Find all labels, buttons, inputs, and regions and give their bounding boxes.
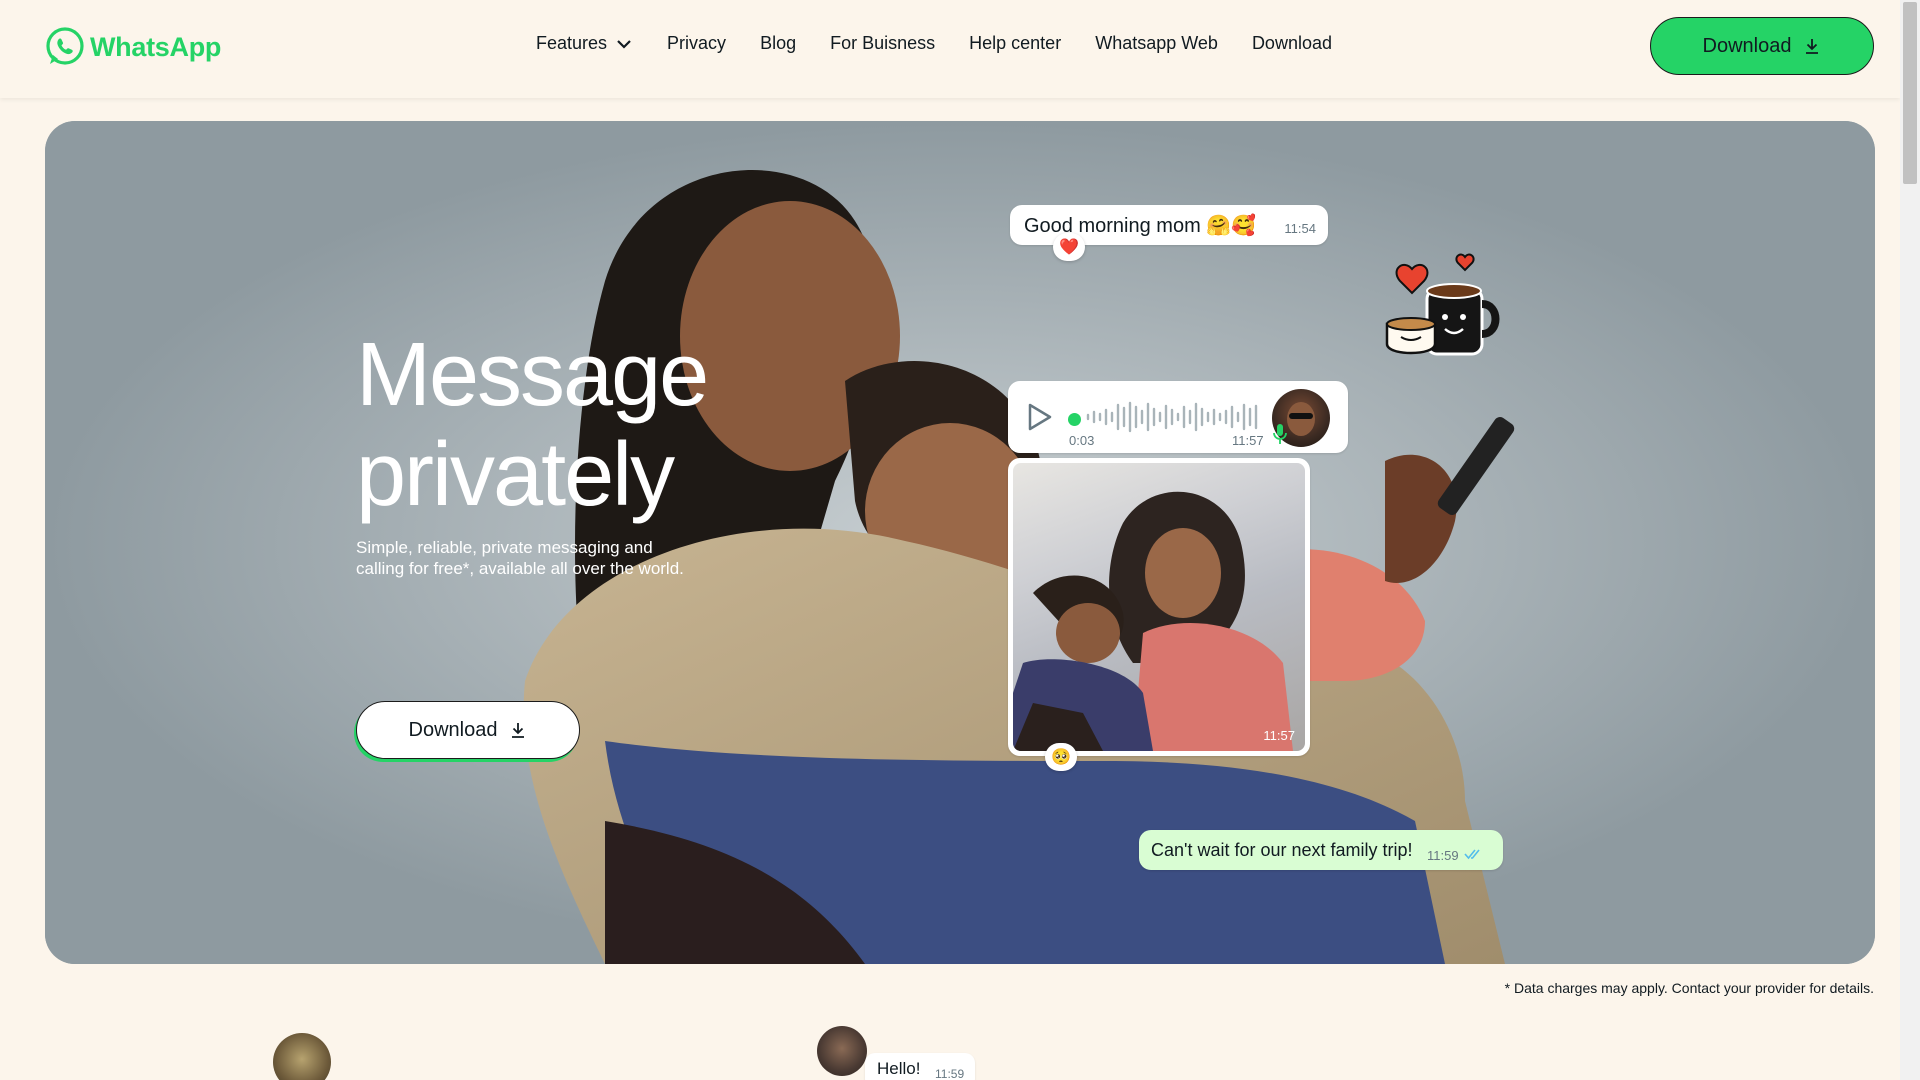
double-check-icon [1464, 849, 1480, 860]
voice-time: 11:57 [1232, 433, 1264, 448]
hero-photo [45, 121, 1875, 964]
voice-progress-dot[interactable] [1068, 413, 1081, 426]
logo-text: WhatsApp [90, 31, 222, 62]
hero-section: Message privately Simple, reliable, priv… [45, 121, 1875, 964]
nav-help-center[interactable]: Help center [969, 33, 1061, 54]
header-download-button[interactable]: Download [1650, 17, 1874, 75]
chat-message-text: Hello! [877, 1059, 921, 1078]
voice-waveform [1086, 401, 1258, 433]
microphone-icon [1273, 424, 1287, 444]
whatsapp-logo-icon [46, 27, 84, 65]
voice-duration: 0:03 [1069, 433, 1095, 448]
heart-reaction: ❤️ [1053, 233, 1085, 261]
download-icon [1806, 39, 1819, 54]
chevron-down-icon [617, 39, 631, 49]
main-nav: Features Privacy Blog For Buisness Help … [536, 33, 1366, 54]
chat-message-text: Can't wait for our next family trip! [1151, 839, 1413, 860]
voice-message-bubble: 0:03 11:57 [1008, 381, 1348, 453]
header-download-label: Download [1702, 34, 1792, 57]
hero-subtitle: Simple, reliable, private messaging and … [356, 538, 684, 578]
photo-message-bubble: 11:57 [1008, 458, 1310, 756]
scrollbar-thumb[interactable] [1903, 2, 1917, 184]
chat-bubble-family-trip: Can't wait for our next family trip! 11:… [1139, 830, 1503, 870]
nav-features[interactable]: Features [536, 33, 633, 54]
shared-photo[interactable]: 11:57 [1013, 463, 1305, 751]
hero-download-label: Download [408, 718, 498, 741]
nav-blog[interactable]: Blog [760, 33, 796, 54]
hero-title-line1: Message [356, 325, 709, 425]
hero-download-button[interactable]: Download [356, 701, 580, 759]
avatar [273, 1033, 331, 1080]
hero-title-line2: privately [356, 425, 675, 525]
avatar [817, 1026, 867, 1076]
play-icon[interactable] [1026, 403, 1052, 431]
photo-time: 11:57 [1263, 728, 1295, 743]
hero-title: Message privately [356, 325, 709, 525]
nav-features-label: Features [536, 33, 608, 53]
chat-message-text: Good morning mom 🤗🥰 [1024, 214, 1257, 237]
chat-message-time: 11:59 [935, 1067, 965, 1080]
page-scrollbar[interactable] [1900, 0, 1920, 1080]
shared-photo-image [1013, 491, 1293, 751]
nav-for-business[interactable]: For Buisness [830, 33, 935, 54]
chat-message-time: 11:54 [1284, 221, 1316, 236]
download-icon [512, 723, 525, 738]
whatsapp-logo[interactable]: WhatsApp [44, 26, 221, 68]
nav-download[interactable]: Download [1252, 33, 1332, 54]
chat-message-time: 11:59 [1427, 848, 1459, 863]
chat-bubble-hello: Hello! 11:59 [865, 1053, 975, 1080]
nav-whatsapp-web[interactable]: Whatsapp Web [1095, 33, 1218, 54]
pleading-face-reaction: 🥺 [1045, 743, 1077, 771]
coffee-mugs-sticker [1385, 253, 1500, 356]
nav-privacy[interactable]: Privacy [667, 33, 726, 54]
site-header: WhatsApp Features Privacy Blog For Buisn… [0, 0, 1900, 98]
data-charges-footnote: * Data charges may apply. Contact your p… [1504, 980, 1874, 996]
